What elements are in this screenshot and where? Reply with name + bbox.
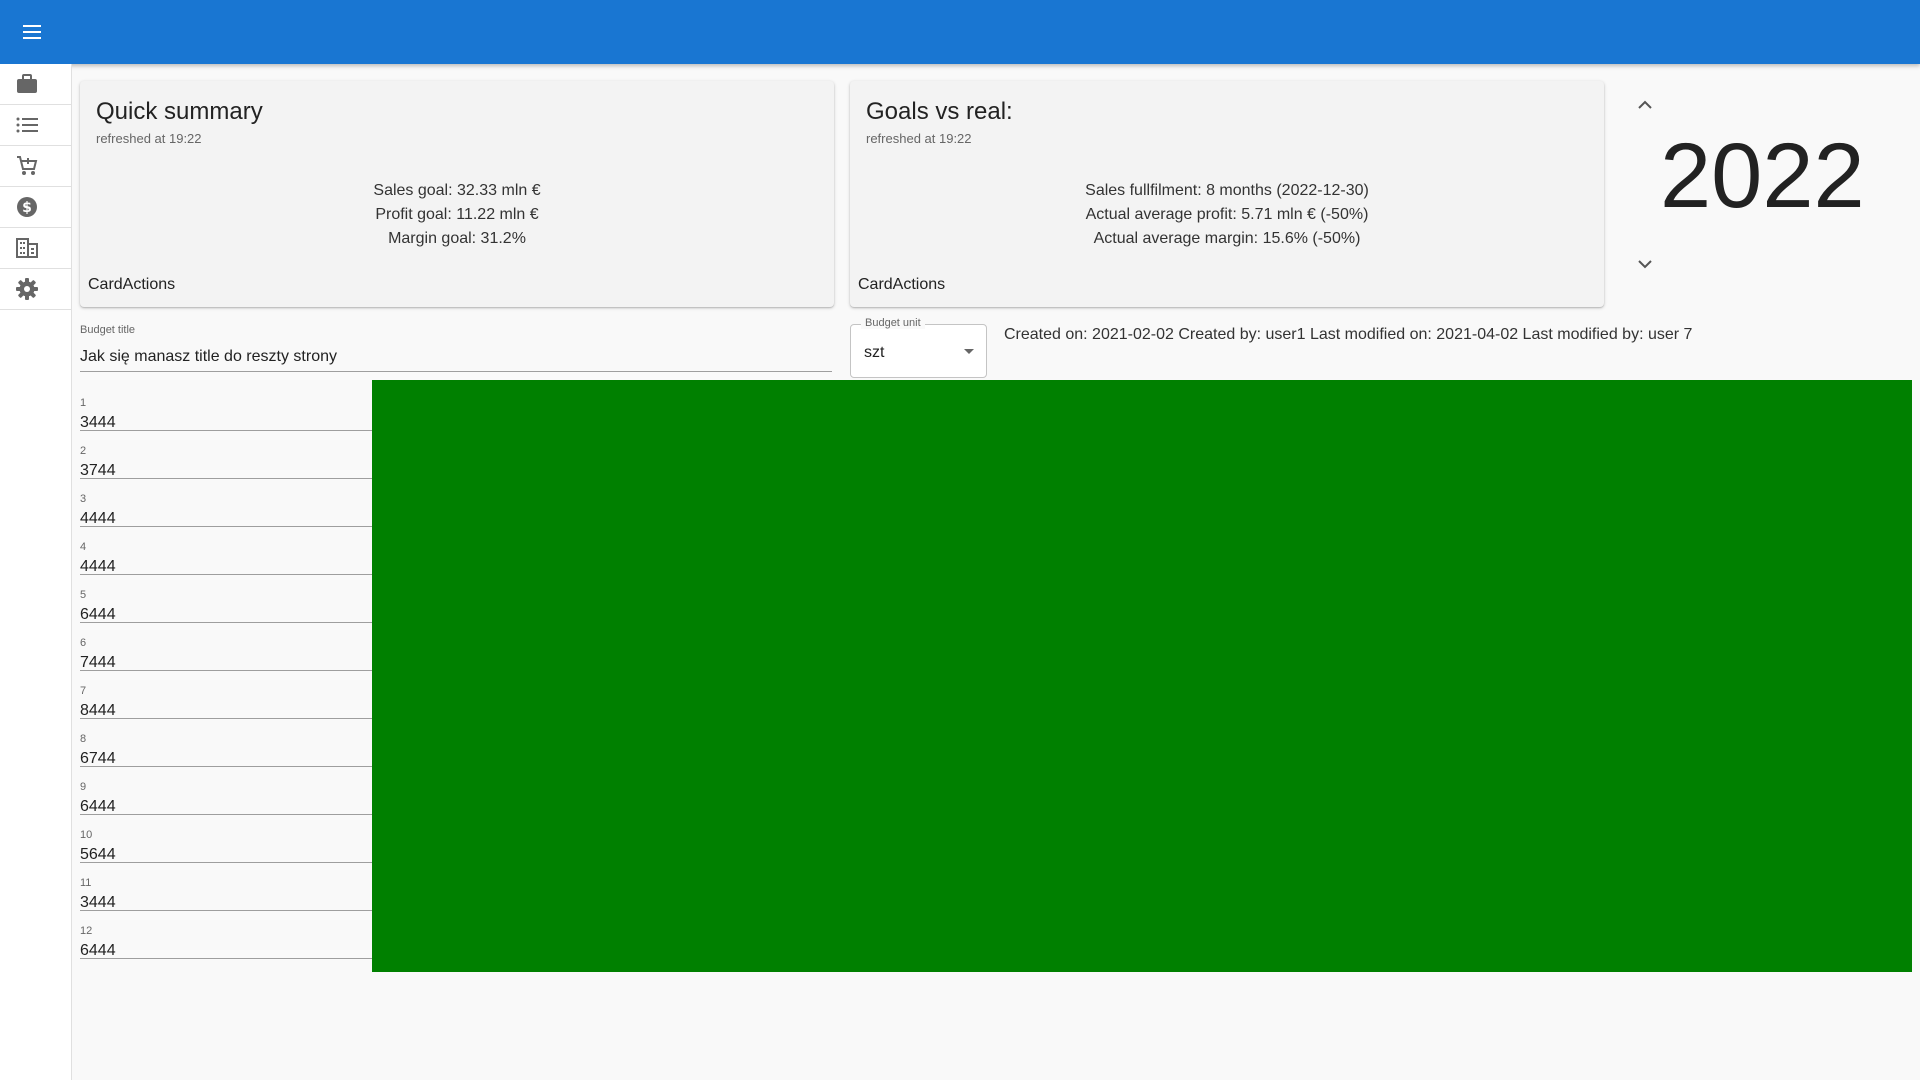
building-icon — [16, 238, 38, 258]
month-value[interactable]: 6444 — [80, 798, 116, 816]
month-field[interactable]: 1 3444 — [80, 383, 372, 431]
month-field[interactable]: 3 4444 — [80, 479, 372, 527]
month-field[interactable]: 11 3444 — [80, 863, 372, 911]
list-icon — [16, 117, 38, 133]
month-label: 2 — [80, 445, 87, 457]
sales-goal-text: Sales goal: 32.33 mln € — [373, 182, 541, 199]
sidebar-item-cart[interactable] — [0, 146, 71, 187]
sidebar-item-list[interactable] — [0, 105, 71, 146]
month-value[interactable]: 6744 — [80, 750, 116, 768]
month-value[interactable]: 7444 — [80, 654, 116, 672]
menu-icon — [23, 25, 41, 39]
month-value[interactable]: 4444 — [80, 510, 116, 528]
budget-title-input[interactable] — [80, 343, 832, 372]
quick-summary-content: Sales goal: 32.33 mln € Profit goal: 11.… — [80, 179, 834, 251]
sidebar: $ — [0, 64, 72, 1080]
goals-vs-real-title: Goals vs real: — [866, 98, 1013, 125]
cart-icon — [17, 156, 38, 175]
chart-area — [372, 380, 1912, 972]
month-label: 4 — [80, 541, 87, 553]
budget-unit-label: Budget unit — [861, 317, 925, 329]
budget-unit-select[interactable]: Budget unit szt — [850, 317, 987, 378]
month-value[interactable]: 3444 — [80, 894, 116, 912]
month-label: 10 — [80, 829, 93, 841]
goals-vs-real-card-actions: CardActions — [858, 276, 946, 293]
app-bar — [0, 0, 1920, 64]
month-label: 3 — [80, 493, 87, 505]
month-value[interactable]: 4444 — [80, 558, 116, 576]
quick-summary-refreshed: refreshed at 19:22 — [96, 131, 202, 146]
month-label: 8 — [80, 733, 87, 745]
actual-average-profit-text: Actual average profit: 5.71 mln € (-50%) — [1085, 206, 1369, 223]
dollar-icon: $ — [17, 197, 37, 217]
actual-average-margin-text: Actual average margin: 15.6% (-50%) — [1093, 230, 1361, 247]
gear-icon — [16, 278, 38, 300]
month-field[interactable]: 4 4444 — [80, 527, 372, 575]
sales-fulfilment-text: Sales fullfilment: 8 months (2022-12-30) — [1085, 182, 1369, 199]
goals-vs-real-content: Sales fullfilment: 8 months (2022-12-30)… — [850, 179, 1604, 251]
month-label: 7 — [80, 685, 87, 697]
month-label: 5 — [80, 589, 87, 601]
month-value[interactable]: 5644 — [80, 846, 116, 864]
month-label: 1 — [80, 397, 87, 409]
month-field[interactable]: 9 6444 — [80, 767, 372, 815]
budget-title-label: Budget title — [80, 324, 136, 336]
quick-summary-card-actions: CardActions — [88, 276, 176, 293]
dropdown-arrow-icon — [964, 349, 974, 354]
year-decrement-button[interactable] — [1633, 252, 1657, 276]
goals-vs-real-refreshed: refreshed at 19:22 — [866, 131, 972, 146]
month-value[interactable]: 6444 — [80, 606, 116, 624]
chevron-down-icon — [1638, 259, 1652, 268]
sidebar-item-briefcase[interactable] — [0, 64, 71, 105]
quick-summary-title: Quick summary — [96, 98, 263, 125]
year-increment-button[interactable] — [1633, 92, 1657, 116]
month-field[interactable]: 10 5644 — [80, 815, 372, 863]
menu-button[interactable] — [20, 20, 44, 44]
svg-text:$: $ — [22, 200, 32, 216]
sidebar-item-dollar[interactable]: $ — [0, 187, 71, 228]
month-value[interactable]: 6444 — [80, 942, 116, 960]
briefcase-icon — [17, 74, 37, 93]
chevron-up-icon — [1638, 100, 1652, 109]
month-values-list: 1 3444 2 3744 3 4444 4 4444 5 6444 6 7444 7 8444 8 6744… — [80, 383, 372, 959]
month-value[interactable]: 3444 — [80, 414, 116, 432]
month-field[interactable]: 8 6744 — [80, 719, 372, 767]
sidebar-item-building[interactable] — [0, 228, 71, 269]
quick-summary-card: Quick summary refreshed at 19:22 Sales g… — [80, 81, 834, 307]
goals-vs-real-card: Goals vs real: refreshed at 19:22 Sales … — [850, 81, 1604, 307]
month-field[interactable]: 12 6444 — [80, 911, 372, 959]
month-label: 11 — [80, 877, 92, 889]
year-display: 2022 — [1660, 125, 1865, 227]
month-field[interactable]: 6 7444 — [80, 623, 372, 671]
month-field[interactable]: 7 8444 — [80, 671, 372, 719]
sidebar-item-settings[interactable] — [0, 269, 71, 310]
profit-goal-text: Profit goal: 11.22 mln € — [375, 206, 539, 223]
month-value[interactable]: 3744 — [80, 462, 116, 480]
month-label: 12 — [80, 925, 93, 937]
margin-goal-text: Margin goal: 31.2% — [388, 230, 526, 247]
month-label: 6 — [80, 637, 87, 649]
month-value[interactable]: 8444 — [80, 702, 116, 720]
month-label: 9 — [80, 781, 87, 793]
month-field[interactable]: 2 3744 — [80, 431, 372, 479]
budget-meta-info: Created on: 2021-02-02 Created by: user1… — [1004, 326, 1693, 343]
month-field[interactable]: 5 6444 — [80, 575, 372, 623]
budget-unit-value: szt — [864, 344, 885, 361]
